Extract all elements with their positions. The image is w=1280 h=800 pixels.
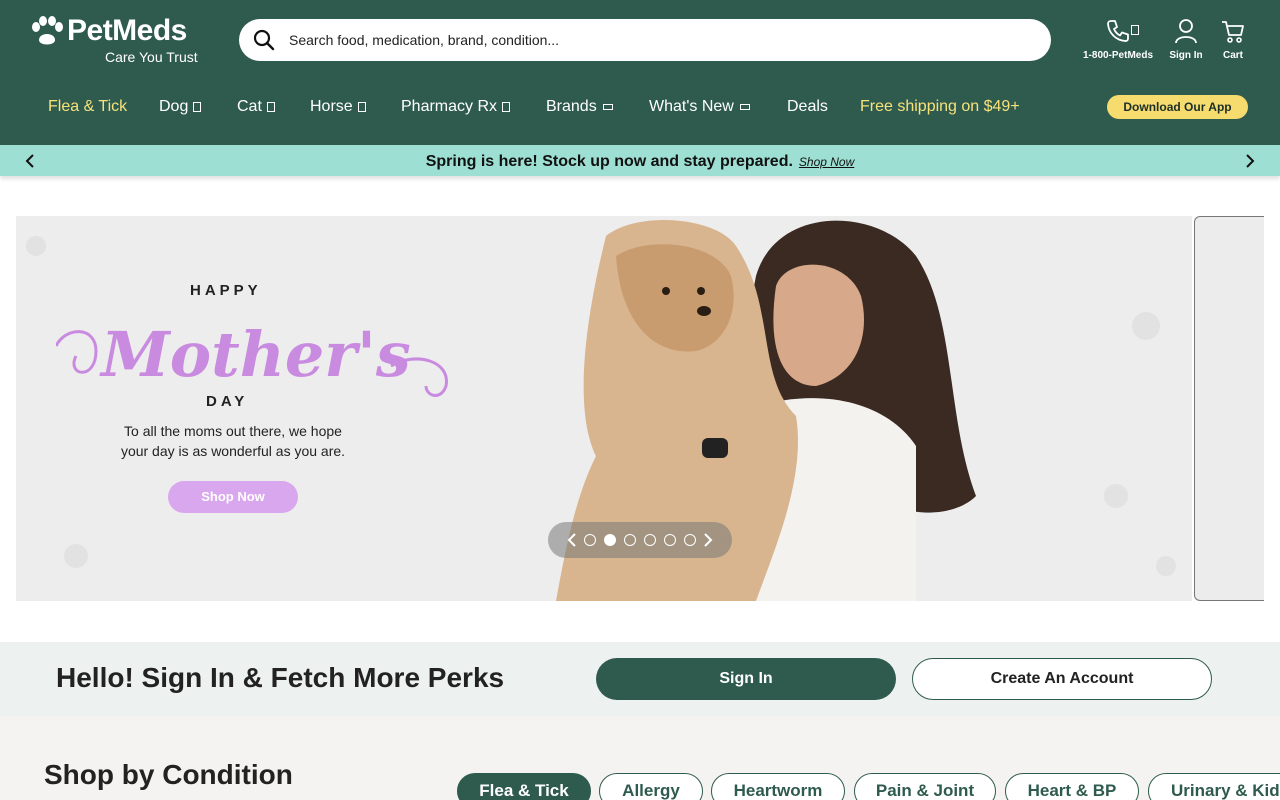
chevron-down-icon	[193, 102, 202, 112]
nav-deals[interactable]: Deals	[787, 98, 828, 116]
nav-horse-label: Horse	[310, 98, 353, 115]
phone-icon	[1107, 20, 1129, 42]
shop-by-condition: Shop by Condition Flea & Tick Allergy He…	[0, 716, 1280, 800]
nav-brands-label: Brands	[546, 98, 597, 115]
chevron-down-icon	[357, 102, 366, 112]
promo-message: Spring is here! Stock up now and stay pr…	[0, 153, 1280, 171]
section-title: Shop by Condition	[44, 759, 293, 790]
carousel-dot-4[interactable]	[644, 534, 656, 546]
chevron-down-icon	[266, 102, 275, 112]
site-header: PetMeds Care You Trust 1-800-PetMeds Sig…	[0, 0, 1280, 145]
perks-title: Hello! Sign In & Fetch More Perks	[56, 662, 505, 693]
chevron-down-icon	[739, 104, 750, 110]
nav-whats-new[interactable]: What's New	[649, 98, 750, 116]
sign-in-label: Sign In	[1169, 50, 1203, 61]
hero-copy: To all the moms out there, we hope your …	[108, 421, 358, 461]
carousel-dot-1[interactable]	[584, 534, 596, 546]
condition-pill-heart-bp[interactable]: Heart & BP	[1005, 773, 1139, 800]
search-bar[interactable]	[239, 19, 1051, 61]
carousel-pagination	[548, 522, 732, 558]
sign-in-link[interactable]: Sign In	[1164, 18, 1208, 61]
nav-whats-new-label: What's New	[649, 98, 734, 115]
carousel-dot-2[interactable]	[604, 534, 616, 546]
hero-mothers-script: Mother's	[56, 318, 448, 397]
carousel-dot-5[interactable]	[664, 534, 676, 546]
condition-pill-allergy[interactable]: Allergy	[599, 773, 703, 800]
condition-pill-flea-tick[interactable]: Flea & Tick	[457, 773, 591, 800]
nav-dog[interactable]: Dog	[159, 98, 202, 116]
hero-mothers-text: Mother's	[99, 318, 411, 391]
cart-label: Cart	[1222, 50, 1243, 61]
nav-horse[interactable]: Horse	[310, 98, 366, 116]
phone-extra-icon	[1131, 25, 1139, 35]
nav-flea-tick[interactable]: Flea & Tick	[48, 98, 127, 116]
cart-icon	[1222, 21, 1244, 43]
nav-dog-label: Dog	[159, 98, 189, 115]
chevron-left-icon[interactable]	[565, 532, 579, 548]
brand-tagline: Care You Trust	[105, 49, 198, 65]
perks-banner: Hello! Sign In & Fetch More Perks Sign I…	[0, 642, 1280, 716]
hero-copy-line1: To all the moms out there, we hope	[124, 423, 342, 439]
download-app-button[interactable]: Download Our App	[1107, 95, 1248, 119]
brand-name: PetMeds	[67, 14, 187, 47]
hero-shop-now-button[interactable]: Shop Now	[168, 481, 298, 513]
sign-in-button[interactable]: Sign In	[596, 658, 896, 700]
hero-day-text: DAY	[206, 393, 249, 410]
carousel-dot-6[interactable]	[684, 534, 696, 546]
phone-link[interactable]: 1-800-PetMeds	[1082, 18, 1154, 61]
search-icon[interactable]	[253, 29, 275, 51]
condition-pill-pain-joint[interactable]: Pain & Joint	[854, 773, 996, 800]
paw-icon	[32, 16, 63, 45]
hero-happy-text: HAPPY	[190, 282, 262, 299]
nav-cat[interactable]: Cat	[237, 98, 275, 116]
promo-banner: Spring is here! Stock up now and stay pr…	[0, 145, 1280, 176]
promo-shop-now-link[interactable]: Shop Now	[799, 155, 854, 169]
condition-pill-heartworm[interactable]: Heartworm	[711, 773, 845, 800]
promo-text: Spring is here! Stock up now and stay pr…	[425, 153, 793, 170]
petmeds-logo[interactable]: PetMeds Care You Trust	[31, 14, 211, 66]
search-input[interactable]	[289, 19, 1029, 61]
nav-brands[interactable]: Brands	[546, 98, 613, 116]
main-nav: Flea & Tick Dog Cat Horse Pharmacy Rx Br…	[0, 90, 1280, 126]
nav-pharmacy[interactable]: Pharmacy Rx	[401, 98, 511, 116]
create-account-button[interactable]: Create An Account	[912, 658, 1212, 700]
nav-cat-label: Cat	[237, 98, 262, 115]
chevron-down-icon	[502, 102, 511, 112]
chevron-right-icon[interactable]	[1241, 152, 1259, 170]
condition-pill-urinary-kidney[interactable]: Urinary & Kidney	[1148, 773, 1280, 800]
hero-copy-line2: your day is as wonderful as you are.	[120, 443, 346, 459]
carousel-dot-3[interactable]	[624, 534, 636, 546]
nav-free-shipping[interactable]: Free shipping on $49+	[860, 98, 1020, 116]
chevron-down-icon	[602, 104, 613, 110]
phone-number: 1-800-PetMeds	[1082, 50, 1154, 61]
carousel-next-slide-peek[interactable]	[1194, 216, 1264, 601]
cart-link[interactable]: Cart	[1214, 18, 1252, 61]
user-icon	[1175, 19, 1197, 44]
chevron-right-icon[interactable]	[701, 532, 715, 548]
nav-pharmacy-label: Pharmacy Rx	[401, 98, 498, 115]
